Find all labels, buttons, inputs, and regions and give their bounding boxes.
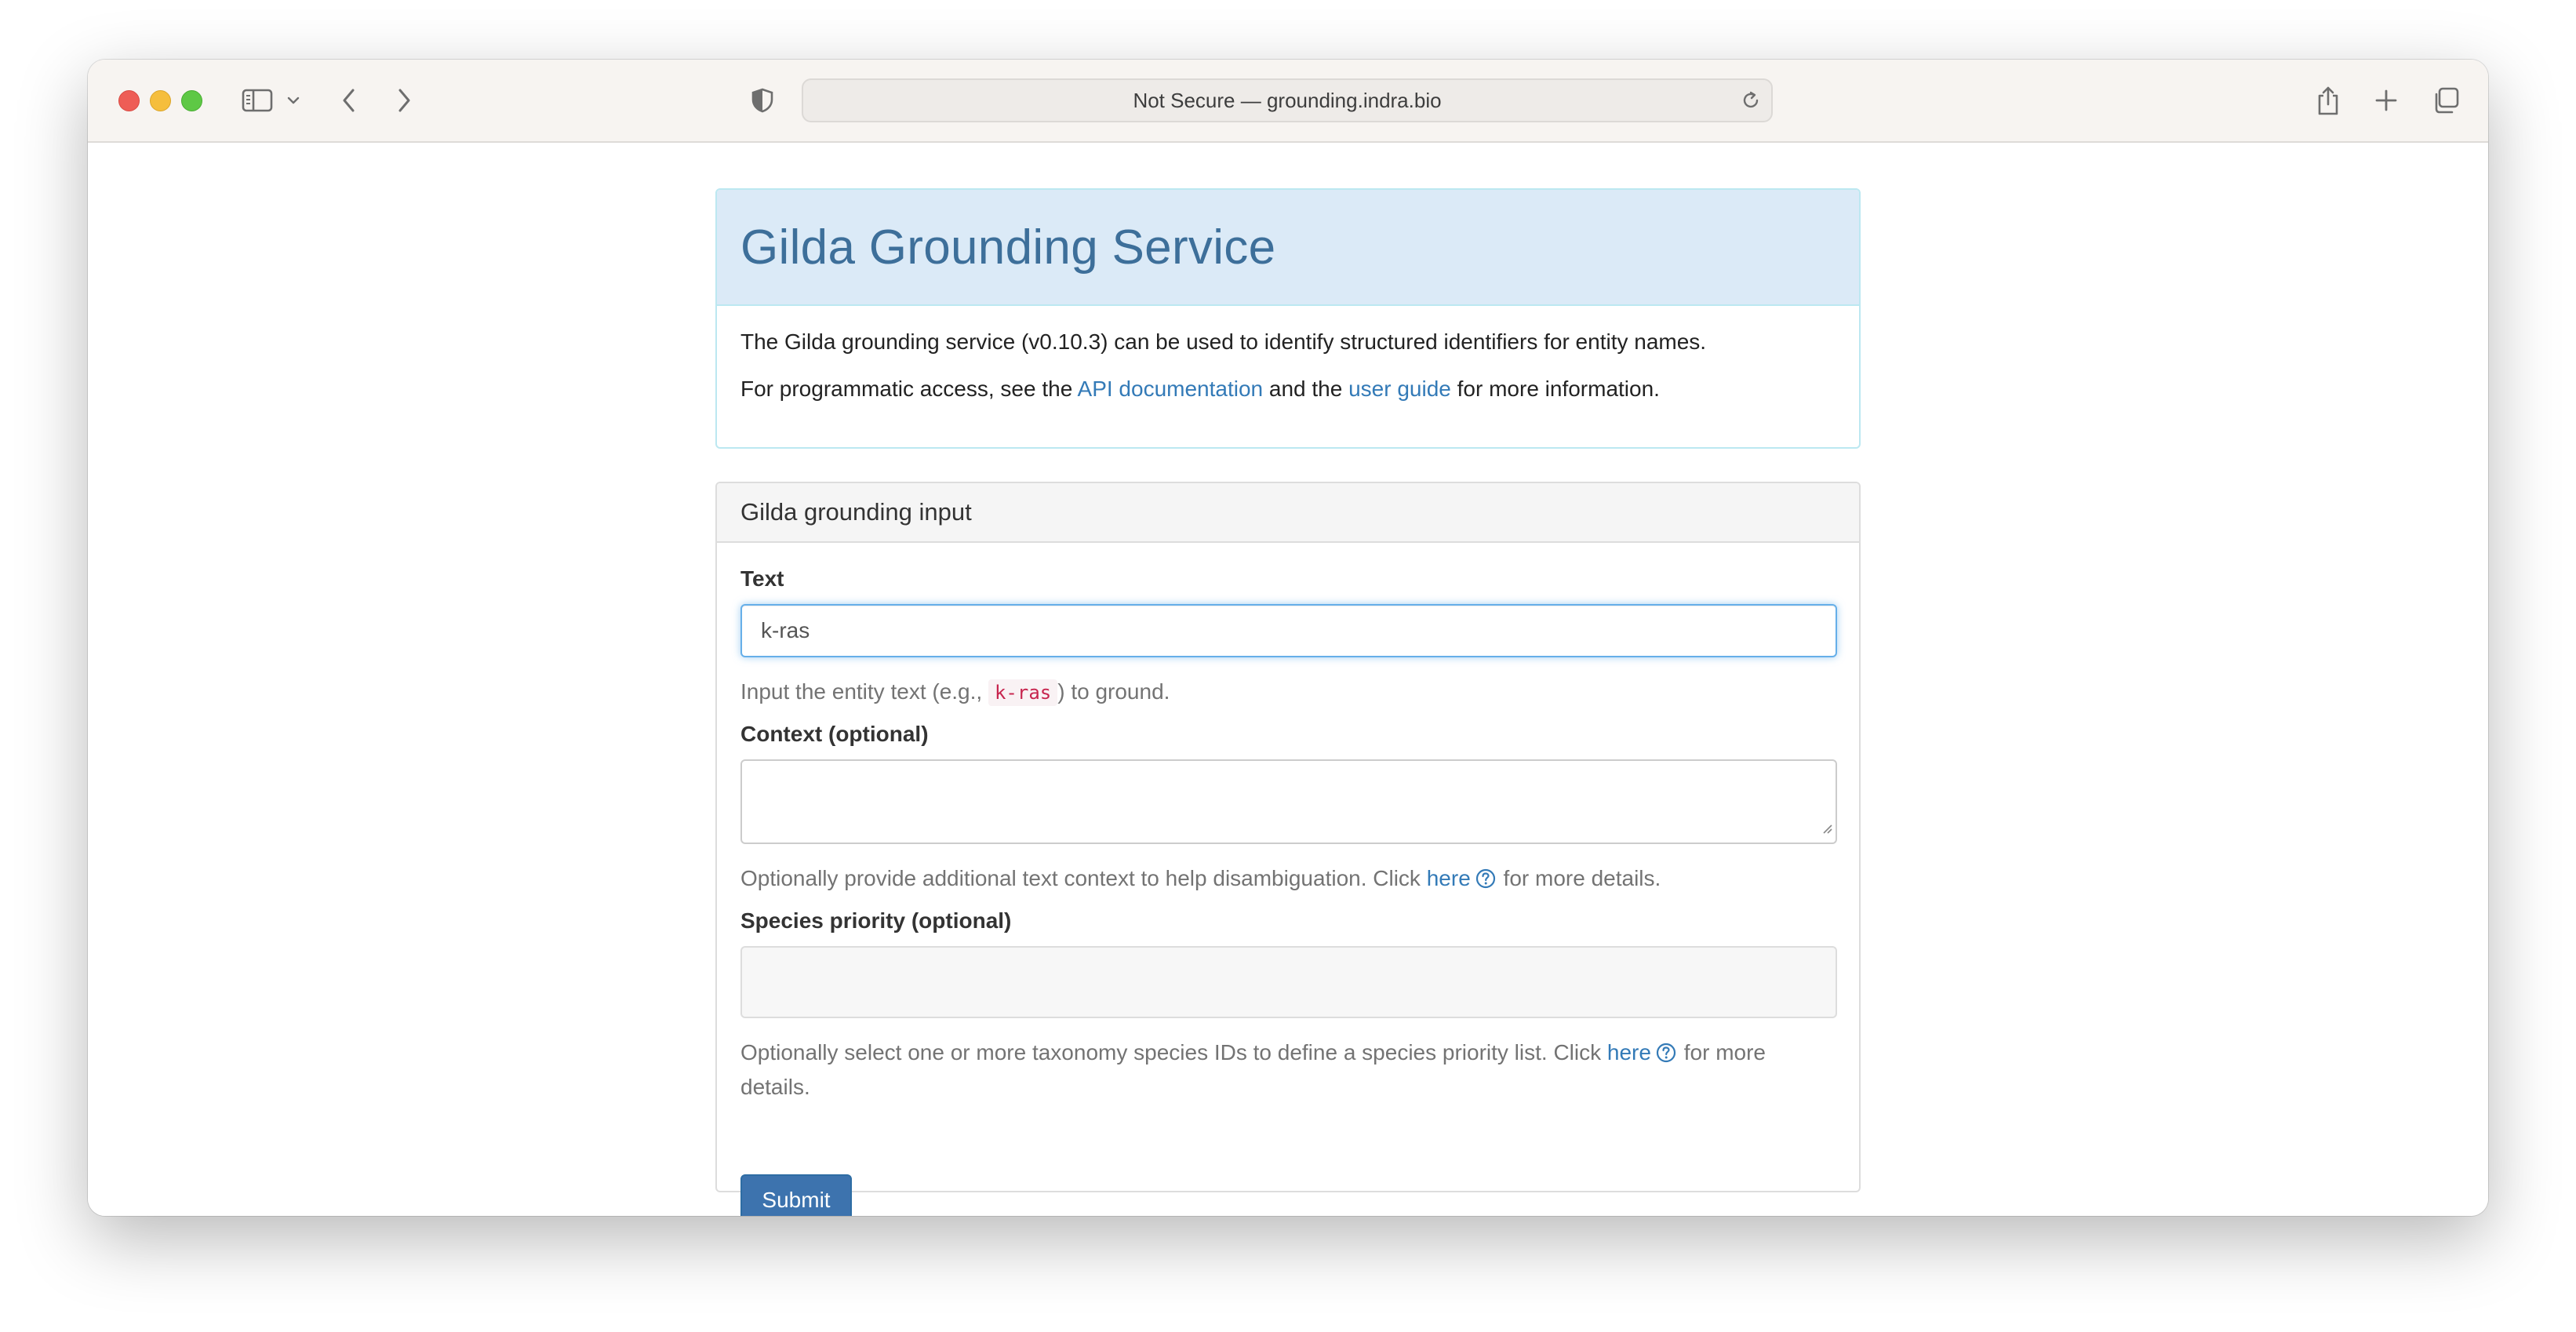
species-priority-select[interactable] [740, 946, 1837, 1018]
sidebar-icon[interactable] [240, 80, 275, 121]
url-text: Not Secure — grounding.indra.bio [1133, 88, 1442, 112]
new-tab-icon[interactable] [2372, 80, 2400, 121]
access-line: For programmatic access, see the API doc… [740, 373, 1836, 405]
maximize-window-button[interactable] [181, 90, 202, 111]
species-help: Optionally select one or more taxonomy s… [740, 1037, 1839, 1103]
forward-icon[interactable] [392, 80, 416, 121]
user-guide-link[interactable]: user guide [1348, 377, 1451, 401]
text-input[interactable]: k-ras [740, 604, 1837, 657]
context-help: Optionally provide additional text conte… [740, 863, 1839, 897]
page-title: Gilda Grounding Service [740, 220, 1276, 275]
question-circle-icon[interactable] [1656, 1040, 1676, 1072]
context-help-prefix: Optionally provide additional text conte… [740, 866, 1427, 890]
tab-overview-icon[interactable] [2430, 80, 2461, 121]
api-documentation-link[interactable]: API documentation [1078, 377, 1264, 401]
species-help-link[interactable]: here [1607, 1040, 1651, 1065]
question-circle-icon[interactable] [1475, 866, 1496, 897]
shield-icon[interactable] [748, 80, 777, 121]
intro-line: The Gilda grounding service (v0.10.3) ca… [740, 329, 1707, 354]
grounding-input-panel: Gilda grounding input Text k-ras Input t… [715, 482, 1861, 1216]
address-bar[interactable]: Not Secure — grounding.indra.bio [802, 78, 1773, 122]
species-label: Species priority (optional) [740, 908, 1012, 933]
context-textarea[interactable] [740, 759, 1837, 844]
submit-button[interactable]: Submit [740, 1174, 852, 1216]
minimize-window-button[interactable] [150, 90, 171, 111]
text-label: Text [740, 566, 784, 591]
close-window-button[interactable] [118, 90, 140, 111]
access-middle: and the [1263, 377, 1349, 401]
panel-title: Gilda grounding input [740, 498, 972, 526]
context-help-link[interactable]: here [1427, 866, 1471, 890]
intro-panel-heading: Gilda Grounding Service [717, 190, 1859, 306]
text-input-value: k-ras [761, 618, 810, 642]
access-prefix: For programmatic access, see the [740, 377, 1078, 401]
text-help: Input the entity text (e.g., k-ras) to g… [740, 676, 1839, 708]
intro-panel-body: The Gilda grounding service (v0.10.3) ca… [717, 306, 1859, 405]
reload-icon[interactable] [1740, 89, 1762, 115]
context-label: Context (optional) [740, 722, 929, 746]
resize-handle-icon[interactable] [1821, 814, 1832, 839]
context-help-suffix: for more details. [1497, 866, 1661, 890]
chevron-down-icon[interactable] [284, 80, 303, 121]
grounding-input-heading: Gilda grounding input [717, 483, 1859, 543]
back-icon[interactable] [337, 80, 361, 121]
browser-toolbar: Not Secure — grounding.indra.bio [88, 60, 2488, 143]
page-content: Gilda Grounding Service The Gilda ground… [88, 143, 2488, 1216]
text-help-code: k-ras [988, 679, 1058, 706]
text-help-prefix: Input the entity text (e.g., [740, 679, 988, 704]
intro-panel: Gilda Grounding Service The Gilda ground… [715, 188, 1861, 449]
access-suffix: for more information. [1450, 377, 1660, 401]
text-help-suffix: ) to ground. [1057, 679, 1170, 704]
share-icon[interactable] [2314, 80, 2342, 121]
browser-window: Not Secure — grounding.indra.bio Gilda G… [88, 60, 2488, 1216]
species-help-prefix: Optionally select one or more taxonomy s… [740, 1040, 1607, 1065]
